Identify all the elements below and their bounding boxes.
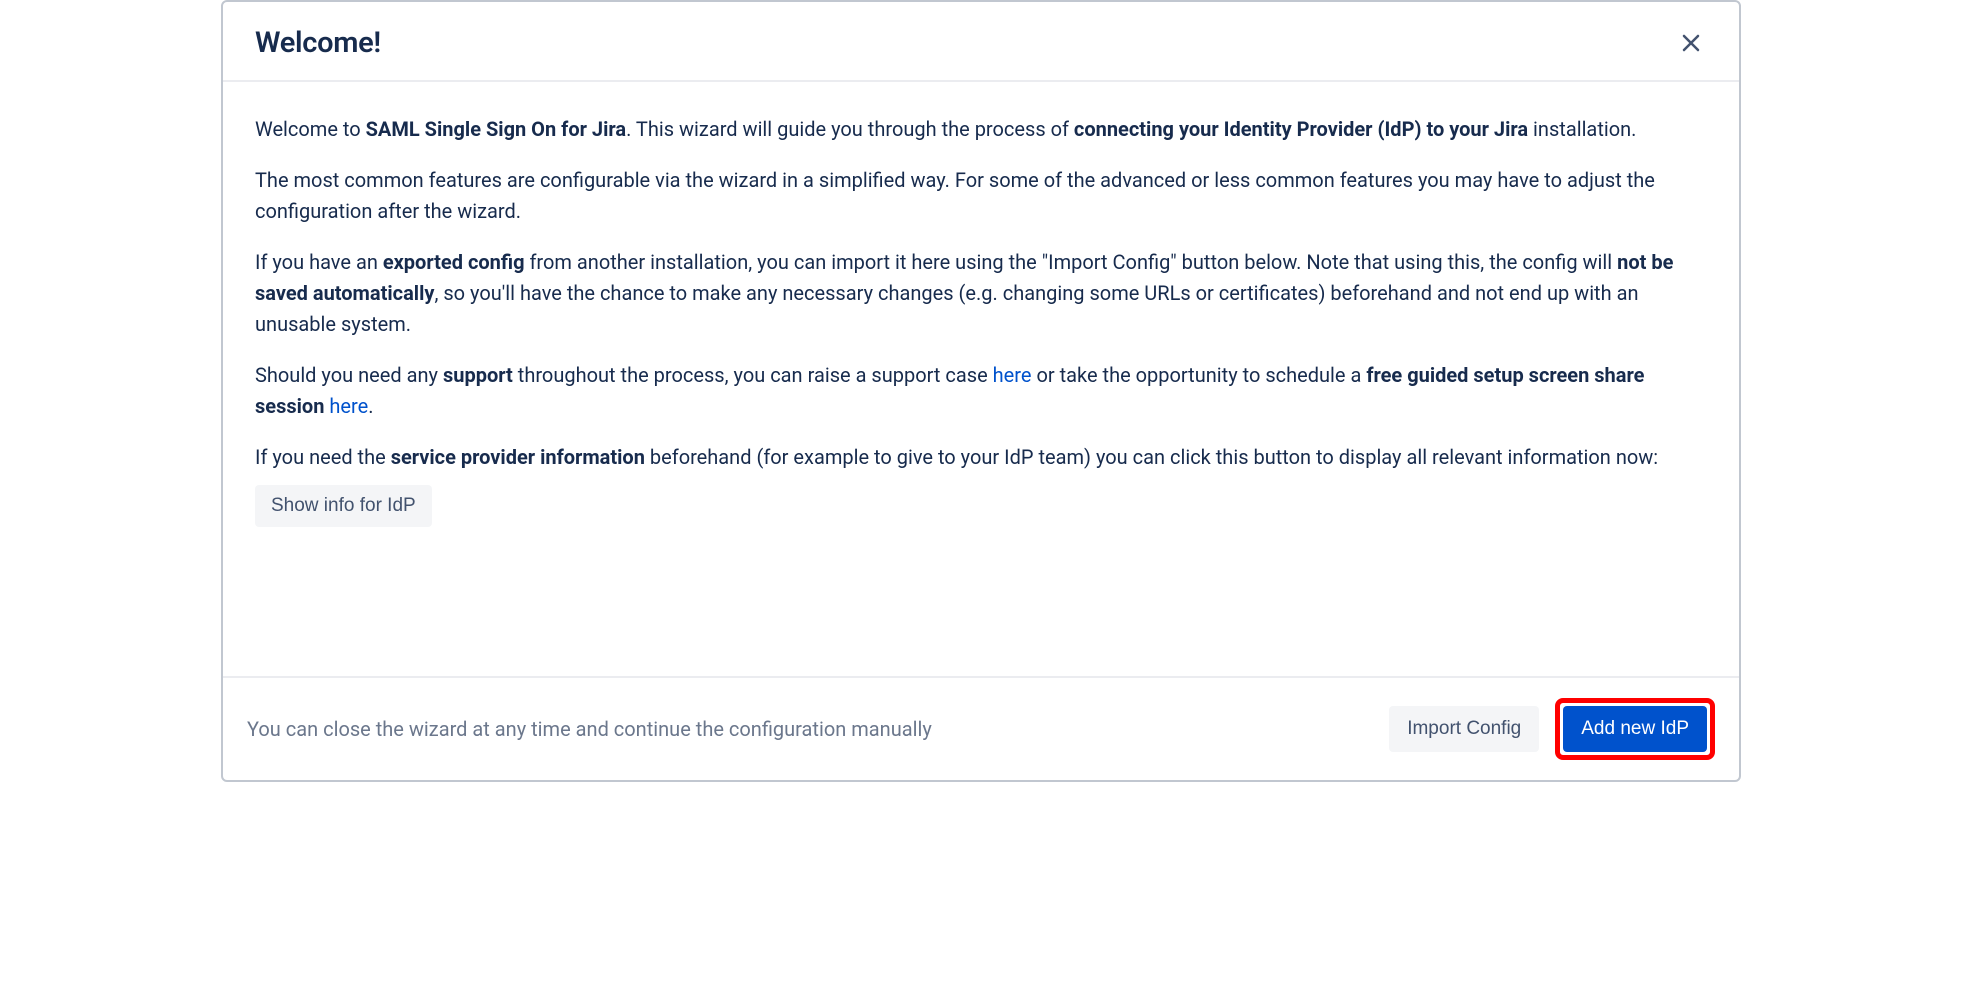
close-button[interactable] — [1675, 27, 1707, 59]
modal-body: Welcome to SAML Single Sign On for Jira.… — [223, 82, 1739, 676]
text: installation. — [1528, 117, 1636, 141]
modal-header: Welcome! — [223, 2, 1739, 82]
text: , so you'll have the chance to make any … — [255, 281, 1639, 336]
bold-text: SAML Single Sign On for Jira — [366, 117, 626, 141]
text: . This wizard will guide you through the… — [626, 117, 1074, 141]
bold-text: connecting your Identity Provider (IdP) … — [1074, 117, 1528, 141]
bold-text: support — [443, 363, 513, 387]
welcome-paragraph-5: If you need the service provider informa… — [255, 442, 1707, 473]
welcome-paragraph-4: Should you need any support throughout t… — [255, 360, 1707, 422]
welcome-paragraph-1: Welcome to SAML Single Sign On for Jira.… — [255, 114, 1707, 145]
welcome-modal: Welcome! Welcome to SAML Single Sign On … — [221, 0, 1741, 782]
welcome-paragraph-2: The most common features are configurabl… — [255, 165, 1707, 227]
text: from another installation, you can impor… — [525, 250, 1618, 274]
screen-share-link[interactable]: here — [329, 394, 368, 418]
text: throughout the process, you can raise a … — [513, 363, 993, 387]
import-config-button[interactable]: Import Config — [1389, 706, 1539, 752]
modal-footer: You can close the wizard at any time and… — [223, 676, 1739, 780]
bold-text: service provider information — [391, 445, 645, 469]
text: If you have an — [255, 250, 383, 274]
support-case-link[interactable]: here — [993, 363, 1032, 387]
show-info-for-idp-button[interactable]: Show info for IdP — [255, 485, 432, 527]
text: or take the opportunity to schedule a — [1031, 363, 1366, 387]
text: Should you need any — [255, 363, 443, 387]
footer-actions: Import Config Add new IdP — [1389, 698, 1715, 760]
welcome-paragraph-3: If you have an exported config from anot… — [255, 247, 1707, 340]
add-new-idp-button[interactable]: Add new IdP — [1563, 706, 1707, 752]
highlight-box: Add new IdP — [1555, 698, 1715, 760]
text: beforehand (for example to give to your … — [645, 445, 1658, 469]
footer-hint: You can close the wizard at any time and… — [247, 717, 932, 741]
modal-title: Welcome! — [255, 26, 381, 60]
close-icon — [1679, 31, 1703, 55]
text: If you need the — [255, 445, 391, 469]
bold-text: exported config — [383, 250, 525, 274]
text: Welcome to — [255, 117, 366, 141]
text: . — [368, 394, 373, 418]
